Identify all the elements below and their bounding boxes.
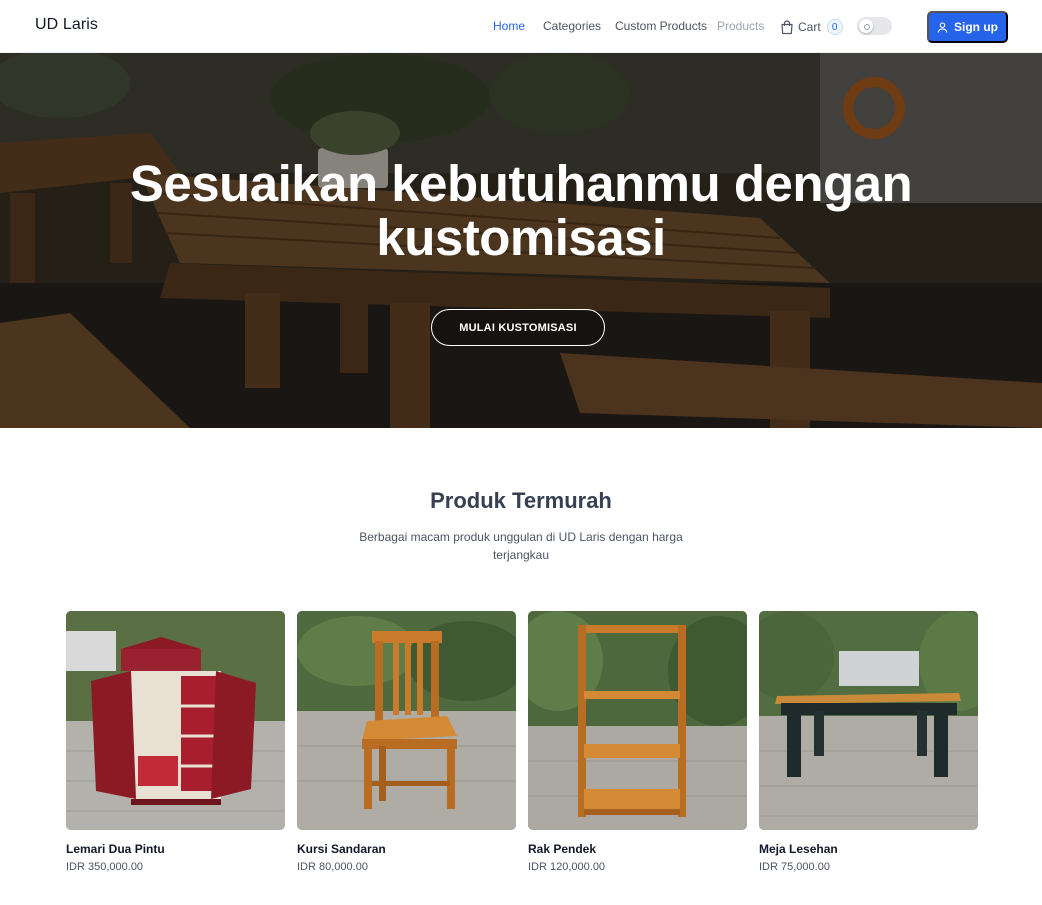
start-customization-button[interactable]: MULAI KUSTOMISASI	[431, 309, 605, 346]
hero-title: Sesuaikan kebutuhanmu dengan kustomisasi	[129, 155, 913, 266]
product-card[interactable]: Kursi Sandaran IDR 80,000.00	[297, 611, 516, 881]
cart-label: Cart	[798, 20, 821, 34]
product-card[interactable]: Lemari Dua Pintu IDR 350,000.00	[66, 611, 285, 881]
low-table-image	[759, 611, 978, 830]
hero-banner: Sesuaikan kebutuhanmu dengan kustomisasi…	[0, 53, 1042, 428]
nav-home[interactable]: Home	[493, 19, 525, 35]
product-image[interactable]	[759, 611, 978, 830]
section-title: Produk Termurah	[430, 488, 612, 513]
product-price: IDR 120,000.00	[528, 861, 606, 873]
wardrobe-image	[66, 611, 285, 830]
product-card[interactable]: Rak Pendek IDR 120,000.00	[528, 611, 747, 881]
signup-label: Sign up	[954, 20, 998, 34]
product-image[interactable]	[297, 611, 516, 830]
signup-button[interactable]: Sign up	[927, 11, 1008, 43]
product-image[interactable]	[528, 611, 747, 830]
navbar: UD Laris Home Categories Custom Products…	[0, 0, 1042, 53]
user-icon	[937, 21, 948, 33]
toggle-knob	[859, 19, 873, 33]
shopping-bag-icon	[781, 19, 793, 34]
product-price: IDR 75,000.00	[759, 861, 830, 873]
product-price: IDR 350,000.00	[66, 861, 144, 873]
product-name[interactable]: Rak Pendek	[528, 842, 596, 856]
nav-cart[interactable]: Cart 0	[780, 17, 843, 37]
product-name[interactable]: Meja Lesehan	[759, 842, 838, 856]
nav-custom-products[interactable]: Custom Products	[615, 19, 707, 35]
chair-image	[297, 611, 516, 830]
nav-products[interactable]: Products	[717, 19, 764, 35]
product-card[interactable]: Meja Lesehan IDR 75,000.00	[759, 611, 978, 881]
shelf-image	[528, 611, 747, 830]
brand-logo[interactable]: UD Laris	[35, 16, 98, 34]
section-subtitle: Berbagai macam produk unggulan di UD Lar…	[359, 530, 683, 562]
theme-toggle[interactable]	[857, 17, 892, 35]
product-name[interactable]: Kursi Sandaran	[297, 842, 386, 856]
product-price: IDR 80,000.00	[297, 861, 368, 873]
cart-count-badge: 0	[826, 19, 843, 35]
nav-categories[interactable]: Categories	[543, 19, 601, 35]
product-name[interactable]: Lemari Dua Pintu	[66, 842, 165, 856]
product-image[interactable]	[66, 611, 285, 830]
